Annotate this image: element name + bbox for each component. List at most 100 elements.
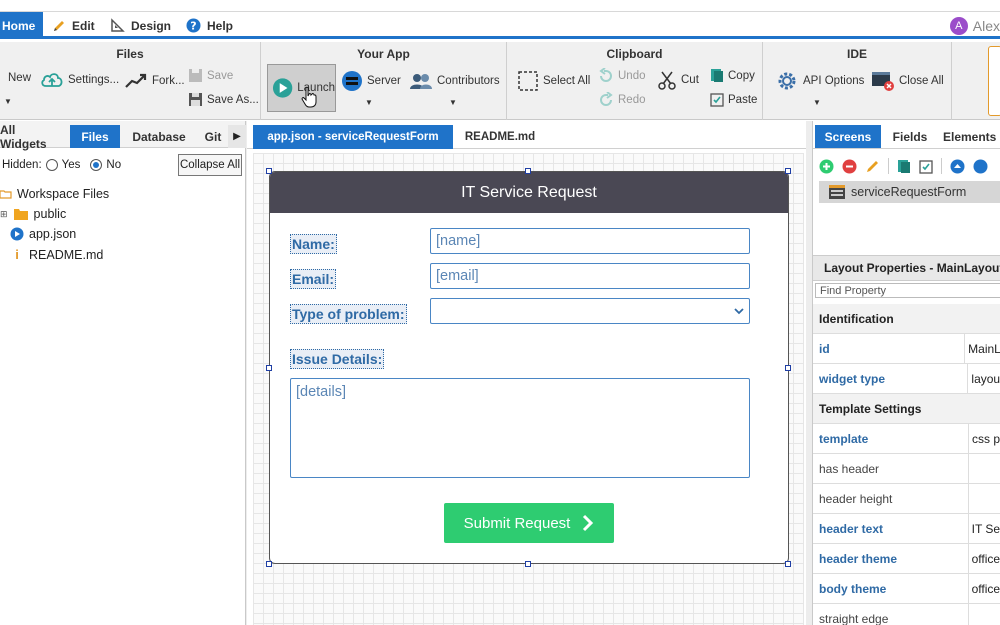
- new-button[interactable]: New: [8, 72, 31, 84]
- tab-all-widgets[interactable]: All Widgets: [0, 123, 62, 151]
- property-row[interactable]: header text IT Se: [813, 514, 1000, 544]
- property-key: id: [813, 334, 966, 363]
- collapse-all-button[interactable]: Collapse All: [178, 154, 242, 176]
- property-key: straight edge: [813, 604, 969, 625]
- tree-app-json[interactable]: app.json: [10, 227, 76, 241]
- close-all-icon: [872, 72, 894, 91]
- menu-design[interactable]: Design: [110, 12, 171, 39]
- tab-app-json[interactable]: app.json - serviceRequestForm: [253, 125, 453, 149]
- tab-screens[interactable]: Screens: [815, 125, 881, 148]
- menu-help[interactable]: ? Help: [186, 12, 233, 39]
- resize-handle[interactable]: [266, 168, 272, 174]
- problem-type-label[interactable]: Type of problem:: [290, 304, 407, 324]
- problem-type-select[interactable]: [430, 298, 750, 324]
- device-preview-icon[interactable]: [988, 46, 1000, 116]
- add-icon[interactable]: [819, 159, 834, 174]
- find-property-input[interactable]: Find Property: [815, 283, 1000, 298]
- server-dropdown-caret[interactable]: ▼: [365, 98, 373, 107]
- submit-request-button[interactable]: Submit Request: [444, 503, 614, 543]
- hidden-yes-radio[interactable]: [45, 159, 58, 171]
- service-request-form[interactable]: IT Service Request Name: [name] Email: […: [269, 171, 789, 564]
- resize-handle[interactable]: [266, 561, 272, 567]
- tab-files[interactable]: Files: [70, 125, 120, 148]
- tree-public-folder[interactable]: ⊞ public: [0, 207, 66, 221]
- email-input[interactable]: [email]: [430, 263, 750, 289]
- property-value[interactable]: office: [969, 582, 1000, 596]
- arrow-up-icon[interactable]: [950, 159, 965, 174]
- save-button[interactable]: Save: [188, 68, 233, 83]
- select-all-button[interactable]: Select All: [517, 70, 590, 92]
- screen-list-item[interactable]: serviceRequestForm: [819, 181, 1000, 203]
- property-row[interactable]: straight edge: [813, 604, 1000, 625]
- folder-icon: [13, 209, 28, 220]
- issue-details-textarea[interactable]: [details]: [290, 378, 750, 478]
- settings-button[interactable]: Settings...: [40, 70, 119, 90]
- your-app-group: Your App Launch Server ▼ Contributors ▼: [261, 42, 507, 120]
- property-value[interactable]: css p: [969, 432, 1000, 446]
- form-screen-icon: [829, 185, 845, 199]
- resize-handle[interactable]: [266, 365, 272, 371]
- menu-home[interactable]: Home: [0, 12, 43, 39]
- property-row[interactable]: id MainL: [813, 334, 1000, 364]
- menu-edit[interactable]: Edit: [52, 12, 95, 39]
- property-row[interactable]: body theme office: [813, 574, 1000, 604]
- pencil-icon[interactable]: [865, 159, 880, 174]
- email-label[interactable]: Email:: [290, 269, 337, 289]
- resize-handle[interactable]: [525, 168, 531, 174]
- svg-text:?: ?: [190, 20, 196, 33]
- redo-button[interactable]: Redo: [598, 92, 646, 108]
- arrow-down-icon[interactable]: [973, 159, 988, 174]
- hidden-label: Hidden:: [2, 159, 42, 171]
- cut-button[interactable]: Cut: [657, 70, 699, 90]
- server-button[interactable]: Server: [341, 70, 401, 92]
- copy-icon[interactable]: [897, 159, 911, 174]
- tab-elements[interactable]: Elements: [943, 125, 1000, 148]
- expand-icon[interactable]: ⊞: [0, 209, 8, 220]
- property-value[interactable]: layou: [968, 372, 1000, 386]
- resize-handle[interactable]: [785, 168, 791, 174]
- name-input[interactable]: [name]: [430, 228, 750, 254]
- contributors-button[interactable]: Contributors: [409, 72, 500, 90]
- property-row[interactable]: widget type layou: [813, 364, 1000, 394]
- copy-button[interactable]: Copy: [710, 68, 755, 83]
- clipboard-check-icon[interactable]: [919, 159, 933, 174]
- undo-button[interactable]: Undo: [598, 68, 646, 84]
- fork-button[interactable]: Fork...: [124, 72, 185, 90]
- property-value[interactable]: office: [969, 552, 1000, 566]
- hidden-no-radio[interactable]: [90, 159, 103, 171]
- save-as-button[interactable]: Save As...: [188, 92, 259, 107]
- tab-git[interactable]: Git: [200, 125, 226, 148]
- name-label[interactable]: Name:: [290, 234, 337, 254]
- resize-handle[interactable]: [785, 365, 791, 371]
- screens-toolbar: [813, 153, 1000, 179]
- resize-handle[interactable]: [525, 561, 531, 567]
- api-options-button[interactable]: API Options: [775, 69, 864, 93]
- clipboard-group-title: Clipboard: [606, 47, 663, 61]
- design-canvas[interactable]: IT Service Request Name: [name] Email: […: [253, 153, 804, 625]
- new-dropdown-caret[interactable]: ▼: [4, 97, 12, 106]
- tab-fields[interactable]: Fields: [885, 125, 935, 148]
- paste-button[interactable]: Paste: [710, 92, 757, 107]
- property-row[interactable]: header height: [813, 484, 1000, 514]
- issue-details-label[interactable]: Issue Details:: [290, 349, 385, 369]
- tab-readme[interactable]: README.md: [453, 125, 547, 149]
- tree-readme[interactable]: i README.md: [10, 247, 103, 262]
- property-row[interactable]: header theme office: [813, 544, 1000, 574]
- property-section: Identification: [813, 304, 1000, 334]
- property-value[interactable]: MainL: [965, 342, 1000, 356]
- folder-open-icon: [0, 190, 12, 199]
- resize-handle[interactable]: [785, 561, 791, 567]
- tree-workspace-files[interactable]: Workspace Files: [0, 187, 109, 201]
- property-row[interactable]: template css p: [813, 424, 1000, 454]
- floppy-disk-icon: [189, 93, 202, 106]
- tabs-scroll-arrow[interactable]: ▶: [228, 125, 246, 148]
- api-options-dropdown-caret[interactable]: ▼: [813, 98, 821, 107]
- remove-icon[interactable]: [842, 159, 857, 174]
- layout-properties-header: Layout Properties - MainLayout: [813, 255, 1000, 281]
- property-value[interactable]: IT Se: [969, 522, 1000, 536]
- contributors-dropdown-caret[interactable]: ▼: [449, 98, 457, 107]
- tab-database[interactable]: Database: [126, 125, 192, 148]
- property-row[interactable]: has header: [813, 454, 1000, 484]
- close-all-button[interactable]: Close All: [871, 70, 944, 92]
- user-menu[interactable]: A Alex: [949, 12, 1000, 39]
